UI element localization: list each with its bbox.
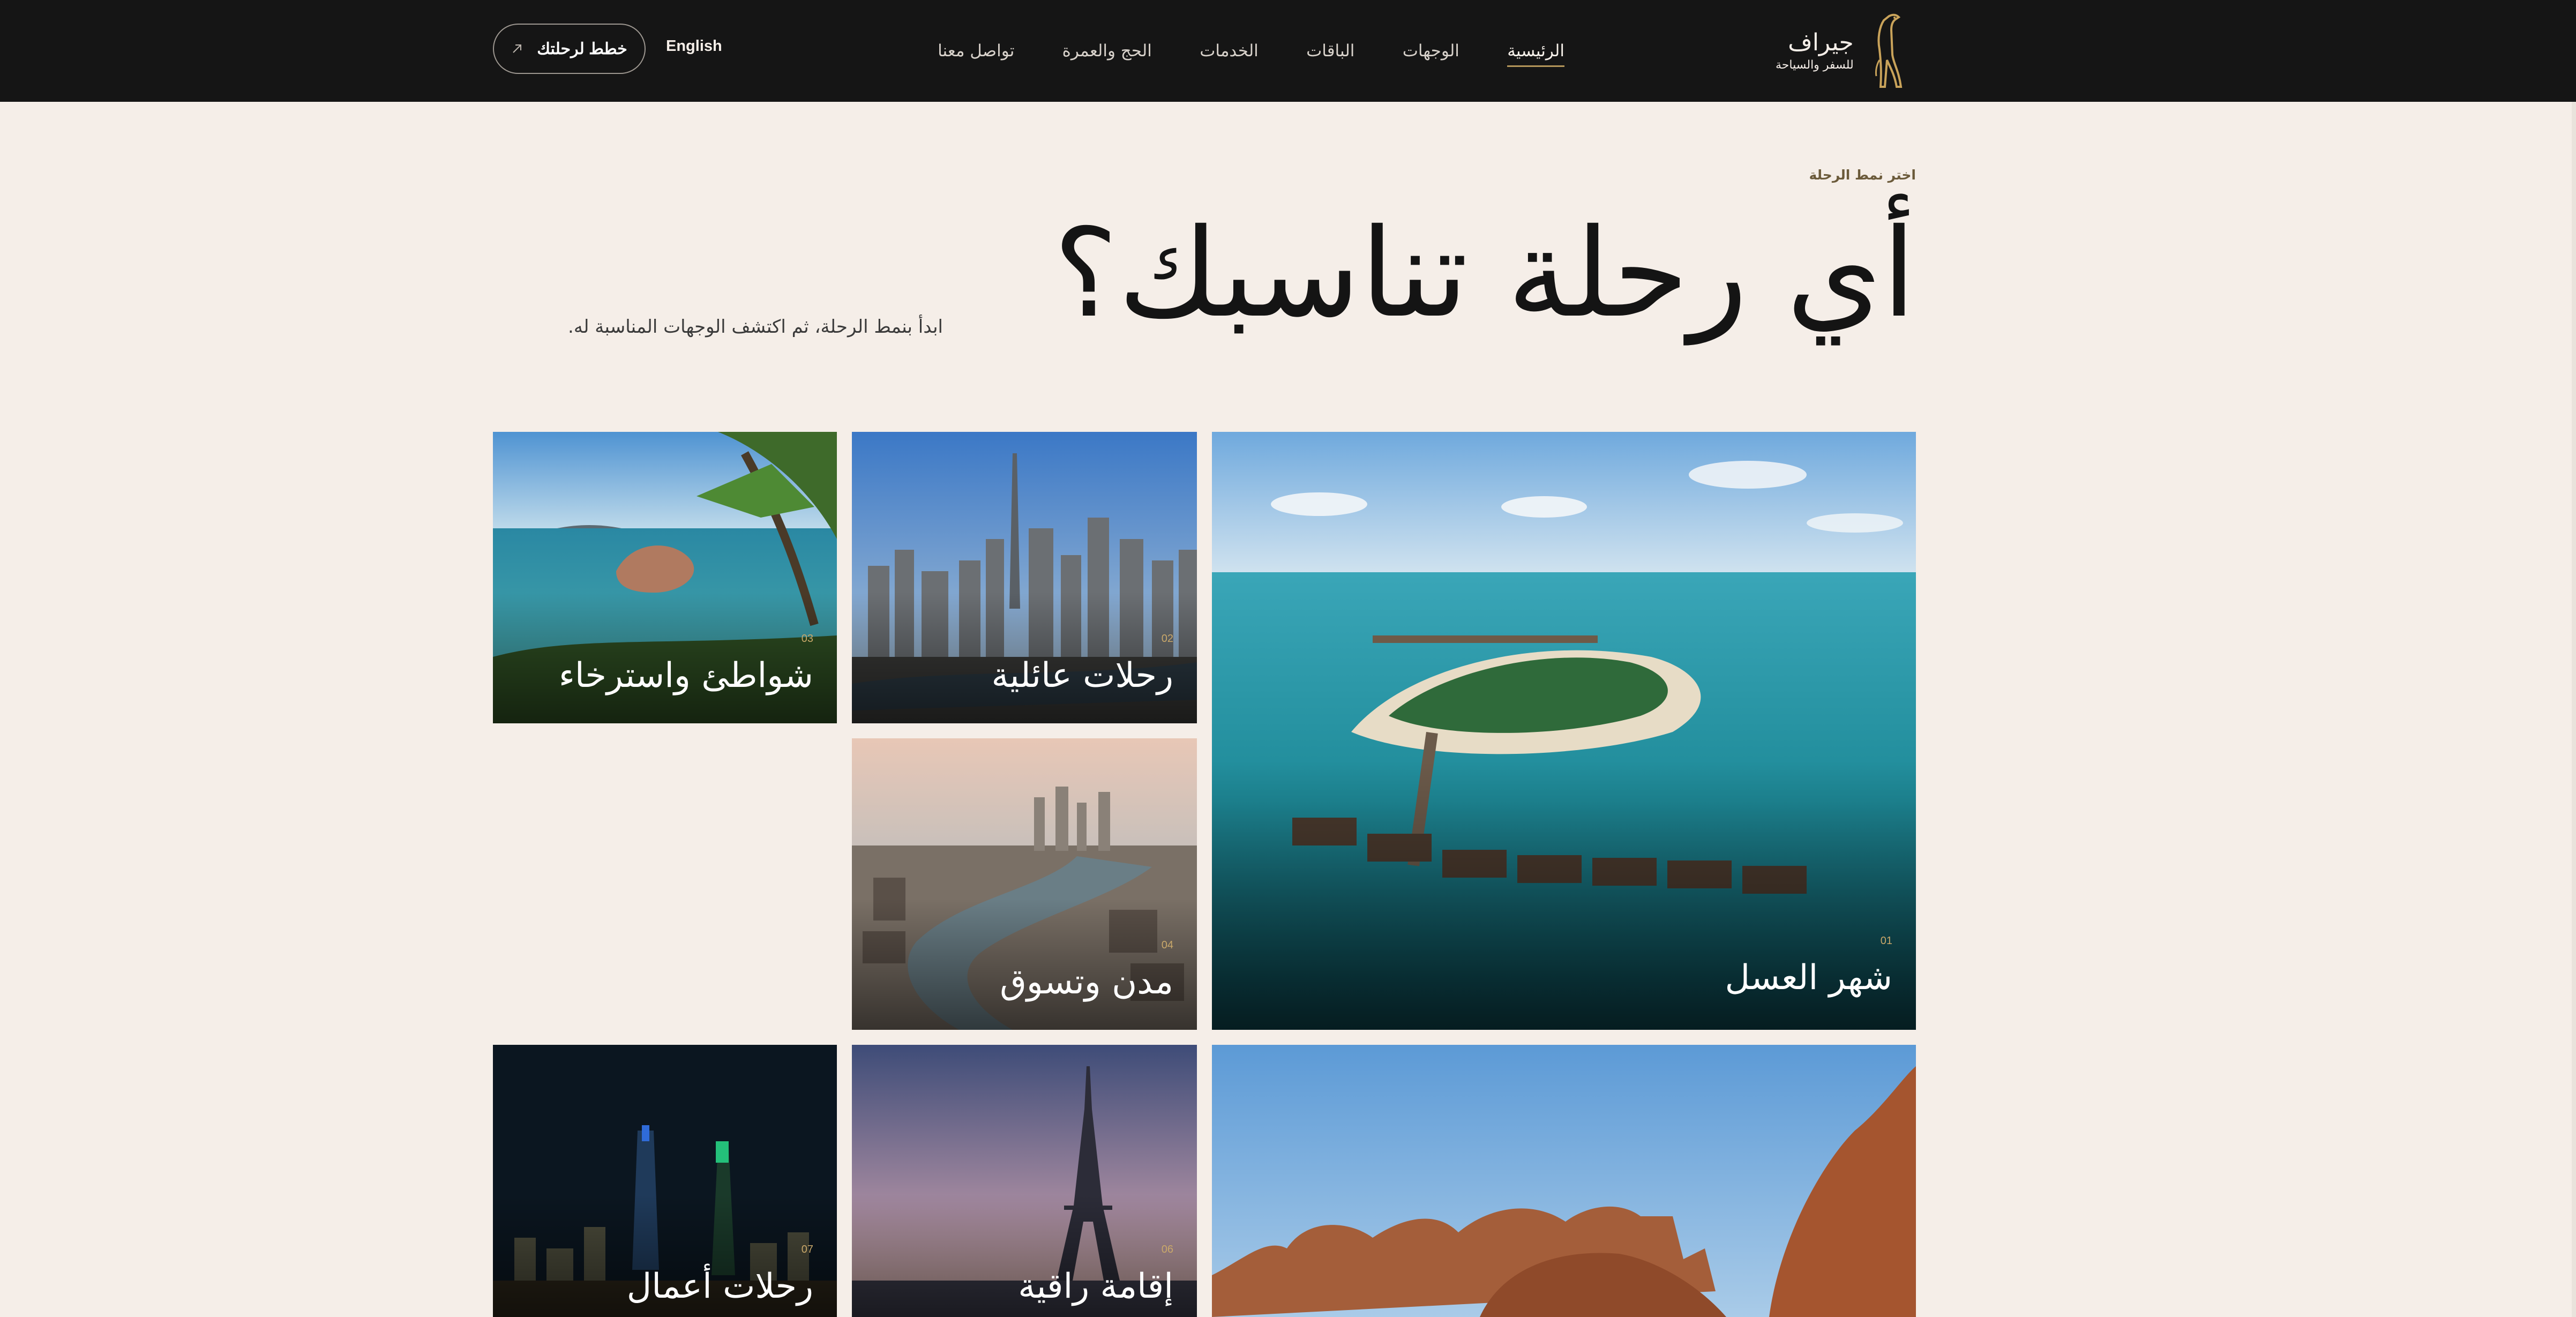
trip-card-honeymoon[interactable]: 01 شهر العسل [1212,432,1916,1030]
trip-card-cities[interactable]: 04 مدن وتسوق [852,738,1197,1030]
nav-contact[interactable]: تواصل معنا [938,34,1014,68]
page-edge-shadow [2572,102,2576,1317]
nav-destinations[interactable]: الوجهات [1403,34,1459,68]
card-number: 03 [801,633,813,645]
brand-text: جيراف للسفر والسياحة [1776,29,1854,73]
card-number: 07 [801,1244,813,1255]
nav-hajj-umrah[interactable]: الحج والعمرة [1062,34,1152,68]
card-title: مدن وتسوق [1000,962,1173,1002]
arrow-up-right-icon [513,44,522,53]
nav-home[interactable]: الرئيسية [1507,34,1564,68]
brand-logo[interactable]: جيراف للسفر والسياحة [1776,12,1909,90]
top-navigation-bar: جيراف للسفر والسياحة الرئيسية الوجهات ال… [0,0,2576,102]
trip-card-desert[interactable] [1212,1045,1916,1317]
trip-card-beach[interactable]: 03 شواطئ واسترخاء [493,432,837,723]
page-subtitle: ابدأ بنمط الرحلة، ثم اكتشف الوجهات المنا… [568,316,943,338]
card-title: إقامة راقية [1018,1267,1173,1306]
brand-name: جيراف [1788,29,1854,56]
plan-trip-button[interactable]: خطط لرحلتك [493,24,646,74]
trip-card-luxury[interactable]: 06 إقامة راقية [852,1045,1197,1317]
giraffe-logo-icon [1875,13,1902,88]
plan-trip-label: خطط لرحلتك [537,40,627,58]
nav-packages[interactable]: الباقات [1306,34,1354,68]
card-number: 02 [1161,633,1173,645]
section-eyebrow: اختر نمط الرحلة [1809,167,1916,183]
card-title: شهر العسل [1725,958,1893,998]
card-title: رحلات عائلية [991,656,1173,695]
nav-services[interactable]: الخدمات [1200,34,1259,68]
main-nav: الرئيسية الوجهات الباقات الخدمات الحج وا… [938,0,1564,102]
desert-rocks-image [1212,1045,1916,1317]
trip-card-business[interactable]: 07 رحلات أعمال [493,1045,837,1317]
language-switch[interactable]: English [666,38,722,55]
brand-tagline: للسفر والسياحة [1776,58,1854,72]
page-title: أي رحلة تناسبك؟ [1053,202,1917,345]
card-number: 06 [1161,1244,1173,1255]
card-number: 04 [1161,939,1173,951]
card-title: رحلات أعمال [626,1267,813,1306]
card-number: 01 [1880,935,1892,947]
card-title: شواطئ واسترخاء [558,656,813,695]
trip-card-family[interactable]: 02 رحلات عائلية [852,432,1197,723]
